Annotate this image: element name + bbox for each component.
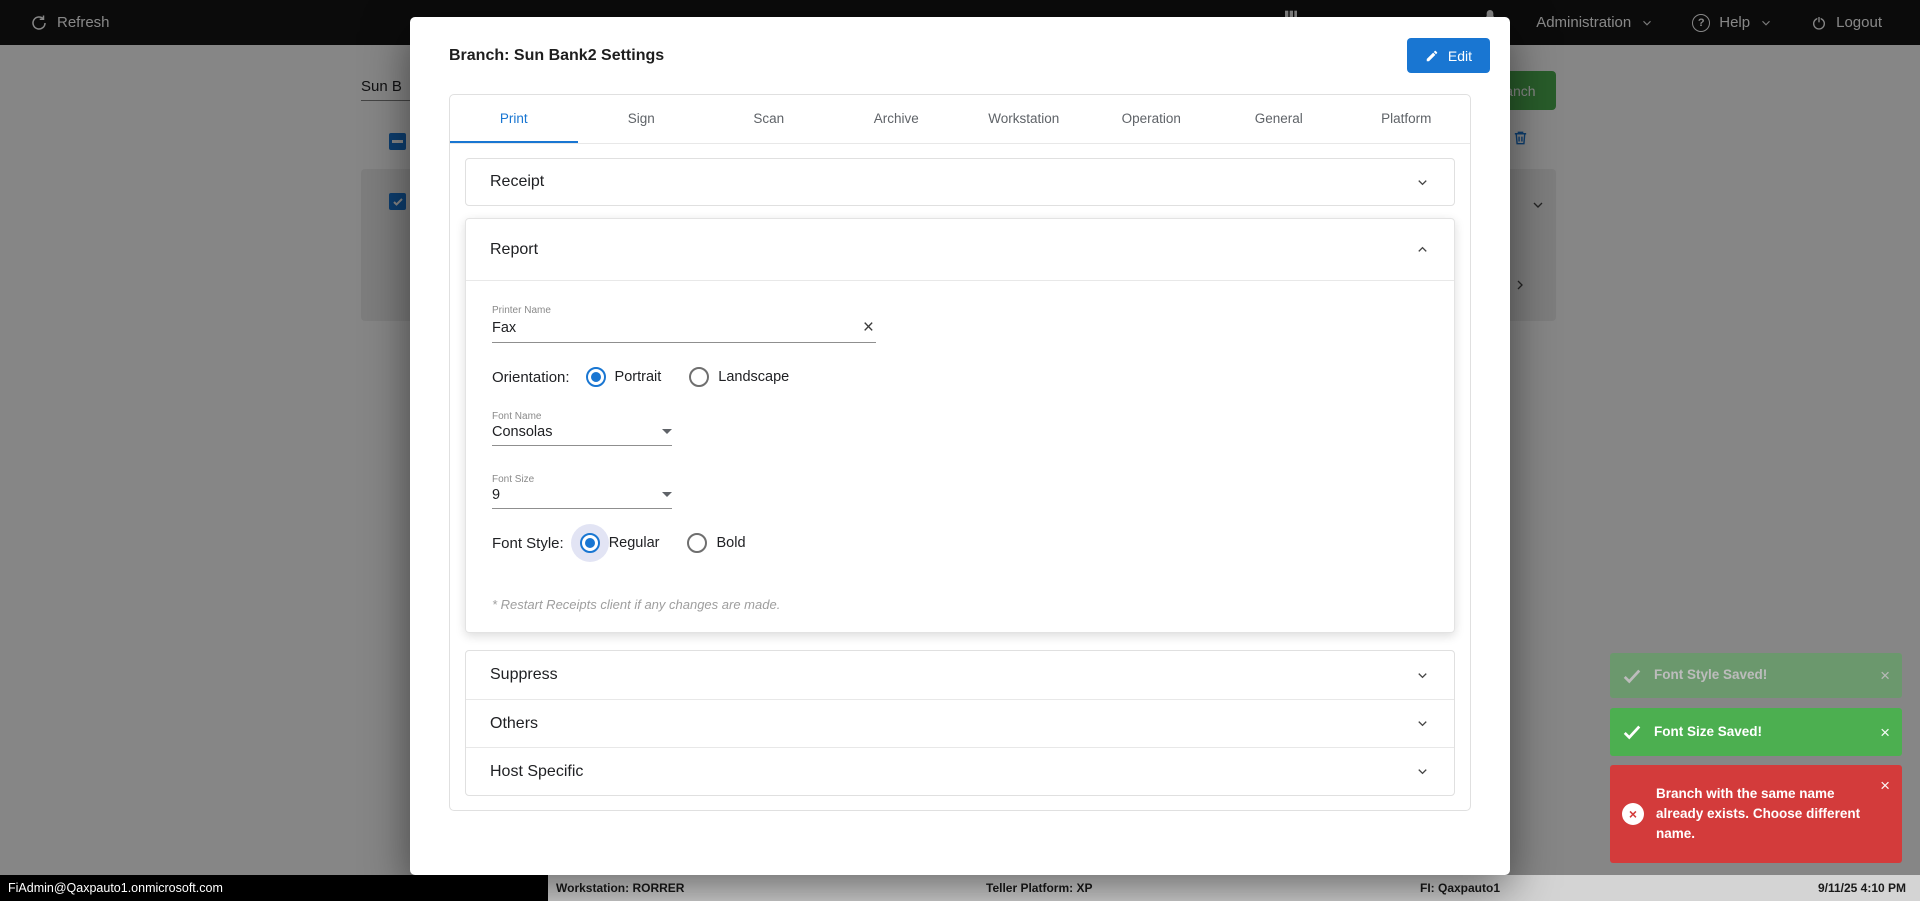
chevron-down-icon — [1418, 721, 1427, 727]
toast-stack: Font Style Saved! × Font Size Saved! × ×… — [1610, 653, 1902, 863]
section-host-specific[interactable]: Host Specific — [466, 747, 1454, 795]
regular-label: Regular — [608, 535, 660, 551]
chevron-down-icon — [1418, 769, 1427, 775]
close-icon[interactable]: × — [1880, 667, 1890, 684]
host-specific-label: Host Specific — [490, 762, 584, 780]
font-name-label: Font Name — [492, 411, 542, 422]
chevron-down-icon — [1418, 672, 1427, 678]
tab-operation[interactable]: Operation — [1088, 95, 1216, 143]
teller-platform-status: Teller Platform: XP — [986, 881, 1093, 895]
bold-label: Bold — [716, 535, 746, 551]
settings-tabs: Print Sign Scan Archive Workstation Oper… — [450, 95, 1470, 144]
receipt-label: Receipt — [490, 173, 545, 190]
toast-branch-name-error: × Branch with the same name already exis… — [1610, 765, 1902, 863]
pencil-icon — [1426, 50, 1438, 61]
tab-sign[interactable]: Sign — [578, 95, 706, 143]
section-report-header[interactable]: Report — [466, 219, 1454, 281]
font-name-value: Consolas — [492, 424, 553, 440]
success-check-icon — [1623, 725, 1641, 740]
restart-note: * Restart Receipts client if any changes… — [492, 597, 781, 612]
font-style-label: Font Style: — [492, 534, 564, 552]
section-receipt[interactable]: Receipt — [465, 158, 1455, 206]
others-label: Others — [490, 714, 539, 732]
datetime-status: 9/11/25 4:10 PM — [1817, 881, 1906, 895]
suppress-label: Suppress — [490, 666, 558, 683]
toast-message: Font Size Saved! — [1654, 723, 1763, 739]
portrait-radio[interactable] — [585, 367, 606, 387]
chevron-down-icon — [1418, 179, 1427, 185]
tab-workstation[interactable]: Workstation — [960, 95, 1088, 143]
application-window: Refresh Administration ? Help Logout Sun… — [0, 0, 1920, 901]
close-icon[interactable]: × — [1880, 777, 1890, 794]
landscape-label: Landscape — [718, 369, 790, 385]
toast-font-size-saved: Font Size Saved! × — [1610, 708, 1902, 756]
dropdown-arrow-icon — [662, 491, 672, 497]
orientation-group: Orientation: Portrait Landscape — [492, 367, 1428, 387]
edit-button[interactable]: Edit — [1406, 38, 1490, 73]
report-form: Printer Name × Orientation: Portrait L — [466, 281, 1454, 632]
bold-radio[interactable] — [687, 533, 708, 553]
printer-name-label: Printer Name — [492, 305, 551, 316]
tab-archive[interactable]: Archive — [833, 95, 961, 143]
section-suppress[interactable]: Suppress — [466, 651, 1454, 699]
dropdown-arrow-icon — [662, 428, 672, 434]
error-icon: × — [1622, 803, 1644, 825]
settings-card: Print Sign Scan Archive Workstation Oper… — [449, 94, 1471, 811]
accordion-group: Suppress Others Host Specific — [465, 650, 1455, 796]
regular-radio[interactable] — [579, 533, 600, 553]
success-check-icon — [1623, 669, 1641, 683]
dialog-title: Branch: Sun Bank2 Settings — [449, 46, 665, 64]
tab-print[interactable]: Print — [450, 95, 578, 143]
section-report: Report Printer Name × Orientation — [465, 218, 1455, 633]
close-icon[interactable]: × — [1880, 724, 1890, 741]
toast-message: Branch with the same name already exists… — [1656, 785, 1861, 842]
clear-icon[interactable]: × — [861, 318, 876, 337]
font-name-select[interactable]: Font Name Consolas — [492, 411, 672, 446]
fi-status: FI: Qaxpauto1 — [1420, 881, 1501, 895]
report-label: Report — [490, 240, 539, 258]
font-size-label: Font Size — [492, 474, 535, 485]
tab-platform[interactable]: Platform — [1343, 95, 1471, 143]
landscape-radio[interactable] — [689, 367, 710, 387]
printer-name-field: Printer Name × — [492, 305, 876, 343]
printer-name-input[interactable] — [492, 319, 861, 336]
orientation-label: Orientation: — [492, 368, 570, 386]
toast-message: Font Style Saved! — [1654, 667, 1768, 683]
font-style-group: Font Style: Regular Bold — [492, 533, 1428, 553]
section-others[interactable]: Others — [466, 699, 1454, 747]
dialog-header: Branch: Sun Bank2 Settings Edit — [410, 17, 1510, 94]
font-size-select[interactable]: Font Size 9 — [492, 474, 672, 509]
toast-font-style-saved: Font Style Saved! × — [1610, 653, 1902, 698]
accordion-sections: Receipt Report Printer Name × — [450, 144, 1470, 811]
portrait-label: Portrait — [614, 369, 662, 385]
logged-in-user: FiAdmin@Qaxpauto1.onmicrosoft.com — [0, 875, 548, 901]
chevron-up-icon — [1418, 246, 1427, 252]
workstation-status: Workstation: RORRER — [556, 881, 685, 895]
tab-general[interactable]: General — [1215, 95, 1343, 143]
branch-settings-dialog: Branch: Sun Bank2 Settings Edit Print Si… — [410, 17, 1510, 875]
font-size-value: 9 — [492, 487, 501, 503]
status-bar: FiAdmin@Qaxpauto1.onmicrosoft.com Workst… — [0, 875, 1920, 901]
edit-label: Edit — [1447, 47, 1472, 64]
tab-scan[interactable]: Scan — [705, 95, 833, 143]
